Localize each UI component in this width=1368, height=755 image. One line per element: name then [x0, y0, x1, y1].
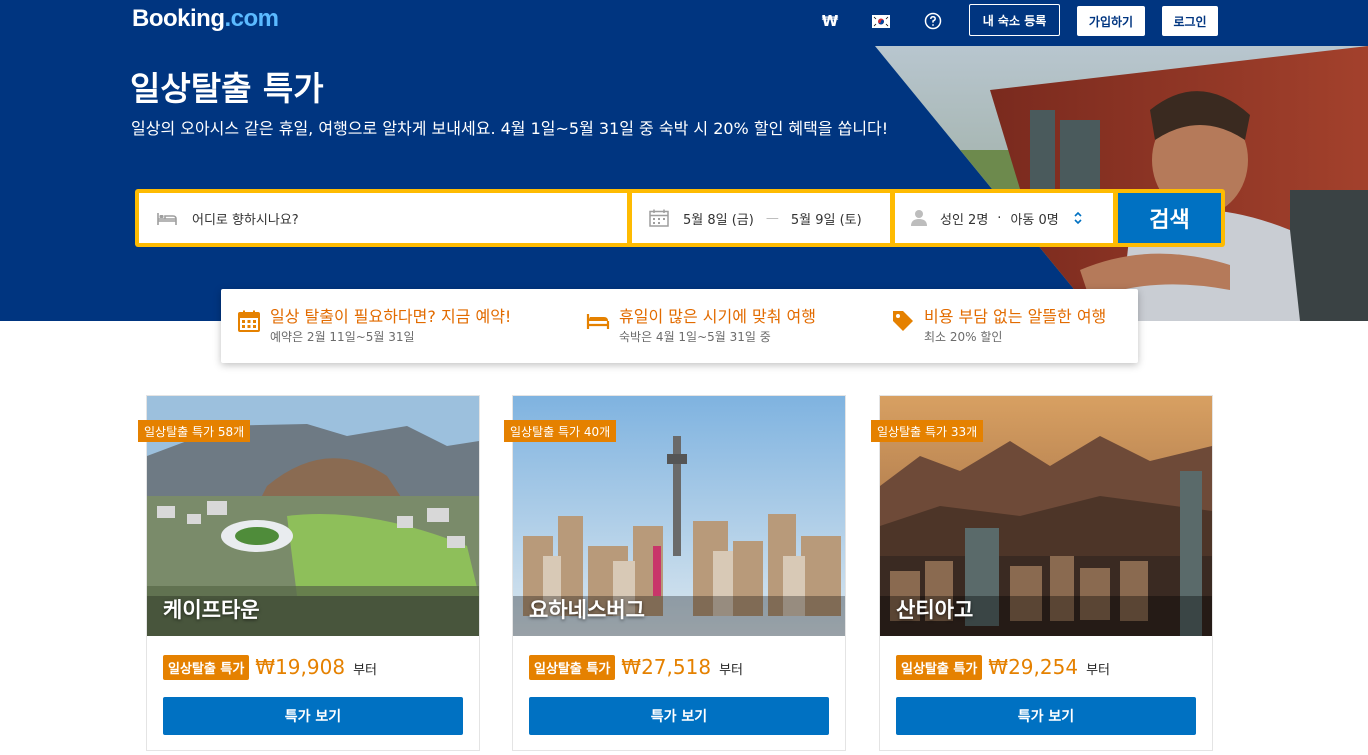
bed-icon	[157, 213, 177, 225]
page-title: 일상탈출 특가	[130, 69, 324, 108]
feature-title: 비용 부담 없는 알뜰한 여행	[924, 307, 1107, 326]
price-suffix: 부터	[719, 663, 743, 678]
date-field[interactable]: 5월 8일 (금) — 5월 9일 (토)	[632, 193, 890, 243]
guests-field[interactable]: 성인 2명 · 아동 0명	[895, 193, 1113, 243]
korea-flag-icon	[872, 14, 890, 28]
feature-title: 휴일이 많은 시기에 맞춰 여행	[619, 307, 816, 326]
deal-tag: 일상탈출 특가	[529, 654, 616, 680]
price-value: ₩29,254	[988, 655, 1079, 679]
deal-tag: 일상탈출 특가	[896, 654, 983, 680]
top-navigation: Booking.com ₩ 내 숙소 등록 가입하기 로그인	[0, 0, 1368, 46]
destination-field[interactable]: 어디로 향하시나요?	[139, 193, 627, 243]
view-deals-button[interactable]: 특가 보기	[896, 697, 1196, 735]
search-bar: 어디로 향하시나요? 5월 8일 (금) — 5월 9일 (토) 성인 2명 ·…	[135, 189, 1225, 247]
calendar-icon	[238, 310, 260, 332]
children-count: 아동 0명	[1010, 212, 1059, 228]
feature-holiday-travel: 휴일이 많은 시기에 맞춰 여행 숙박은 4월 1일~5월 31일 중	[586, 305, 816, 345]
price-row: 일상탈출 특가 ₩29,254 부터	[896, 654, 1110, 680]
deal-count-badge: 일상탈출 특가 33개	[871, 420, 984, 442]
logo-text: Booking	[132, 5, 225, 32]
deal-card-santiago[interactable]: 일상탈출 특가 33개 산티아고 일상탈출 특가 ₩29,254 부터 특가 보…	[871, 395, 1213, 751]
price-suffix: 부터	[1086, 663, 1110, 678]
destination-input[interactable]: 어디로 향하시나요?	[192, 209, 299, 228]
price-tag-icon	[893, 311, 913, 331]
deal-features-panel: 일상 탈출이 필요하다면? 지금 예약! 예약은 2월 11일~5월 31일 휴…	[221, 289, 1138, 363]
feature-title: 일상 탈출이 필요하다면? 지금 예약!	[270, 307, 512, 326]
adults-count: 성인 2명	[940, 212, 989, 228]
checkout-date[interactable]: 5월 9일 (토)	[791, 209, 862, 228]
view-deals-button[interactable]: 특가 보기	[163, 697, 463, 735]
currency-label: ₩	[821, 12, 839, 30]
register-button[interactable]: 가입하기	[1077, 6, 1145, 36]
price-value: ₩27,518	[621, 655, 712, 679]
deal-count-badge: 일상탈출 특가 40개	[504, 420, 617, 442]
chevron-updown-icon	[1074, 211, 1082, 225]
sign-in-button[interactable]: 로그인	[1162, 6, 1218, 36]
feature-book-now: 일상 탈출이 필요하다면? 지금 예약! 예약은 2월 11일~5월 31일	[237, 305, 511, 345]
price-value: ₩19,908	[255, 655, 346, 679]
search-button[interactable]: 검색	[1118, 193, 1221, 243]
logo-suffix: .com	[224, 5, 280, 32]
feature-subtitle: 예약은 2월 11일~5월 31일	[270, 330, 415, 344]
currency-selector[interactable]: ₩	[818, 8, 842, 34]
city-name[interactable]: 케이프타운	[163, 594, 260, 624]
booking-logo[interactable]: Booking.com	[132, 5, 279, 33]
feature-subtitle: 숙박은 4월 1일~5월 31일 중	[619, 330, 771, 344]
hero-banner: Booking.com ₩ 내 숙소 등록 가입하기 로그인 일상탈출 특가 일…	[0, 0, 1368, 321]
price-row: 일상탈출 특가 ₩19,908 부터	[163, 654, 377, 680]
feature-budget-travel: 비용 부담 없는 알뜰한 여행 최소 20% 할인	[891, 305, 1106, 345]
checkin-date[interactable]: 5월 8일 (금)	[683, 209, 754, 228]
deal-card-johannesburg[interactable]: 일상탈출 특가 40개 요하네스버그 일상탈출 특가 ₩27,518 부터 특가…	[504, 395, 846, 751]
person-icon	[911, 210, 927, 226]
calendar-icon	[649, 209, 669, 227]
bed-icon	[586, 314, 610, 329]
deal-tag: 일상탈출 특가	[163, 654, 250, 680]
deal-card-cape-town[interactable]: 일상탈출 특가 58개 케이프타운 일상탈출 특가 ₩19,908 부터 특가 …	[138, 395, 480, 751]
guest-separator: ·	[997, 210, 1002, 226]
deal-count-badge: 일상탈출 특가 58개	[138, 420, 251, 442]
list-property-button[interactable]: 내 숙소 등록	[969, 4, 1060, 36]
price-suffix: 부터	[353, 663, 377, 678]
help-circle-icon	[924, 12, 942, 30]
view-deals-button[interactable]: 특가 보기	[529, 697, 829, 735]
page-subtitle: 일상의 오아시스 같은 휴일, 여행으로 알차게 보내세요. 4월 1일~5월 …	[131, 119, 889, 138]
price-row: 일상탈출 특가 ₩27,518 부터	[529, 654, 743, 680]
date-separator: —	[765, 210, 779, 226]
language-selector[interactable]	[870, 8, 892, 34]
feature-subtitle: 최소 20% 할인	[924, 330, 1003, 344]
city-name[interactable]: 산티아고	[896, 594, 973, 624]
help-button[interactable]	[922, 8, 944, 34]
city-name[interactable]: 요하네스버그	[529, 594, 645, 624]
hero-photo	[875, 46, 1368, 321]
